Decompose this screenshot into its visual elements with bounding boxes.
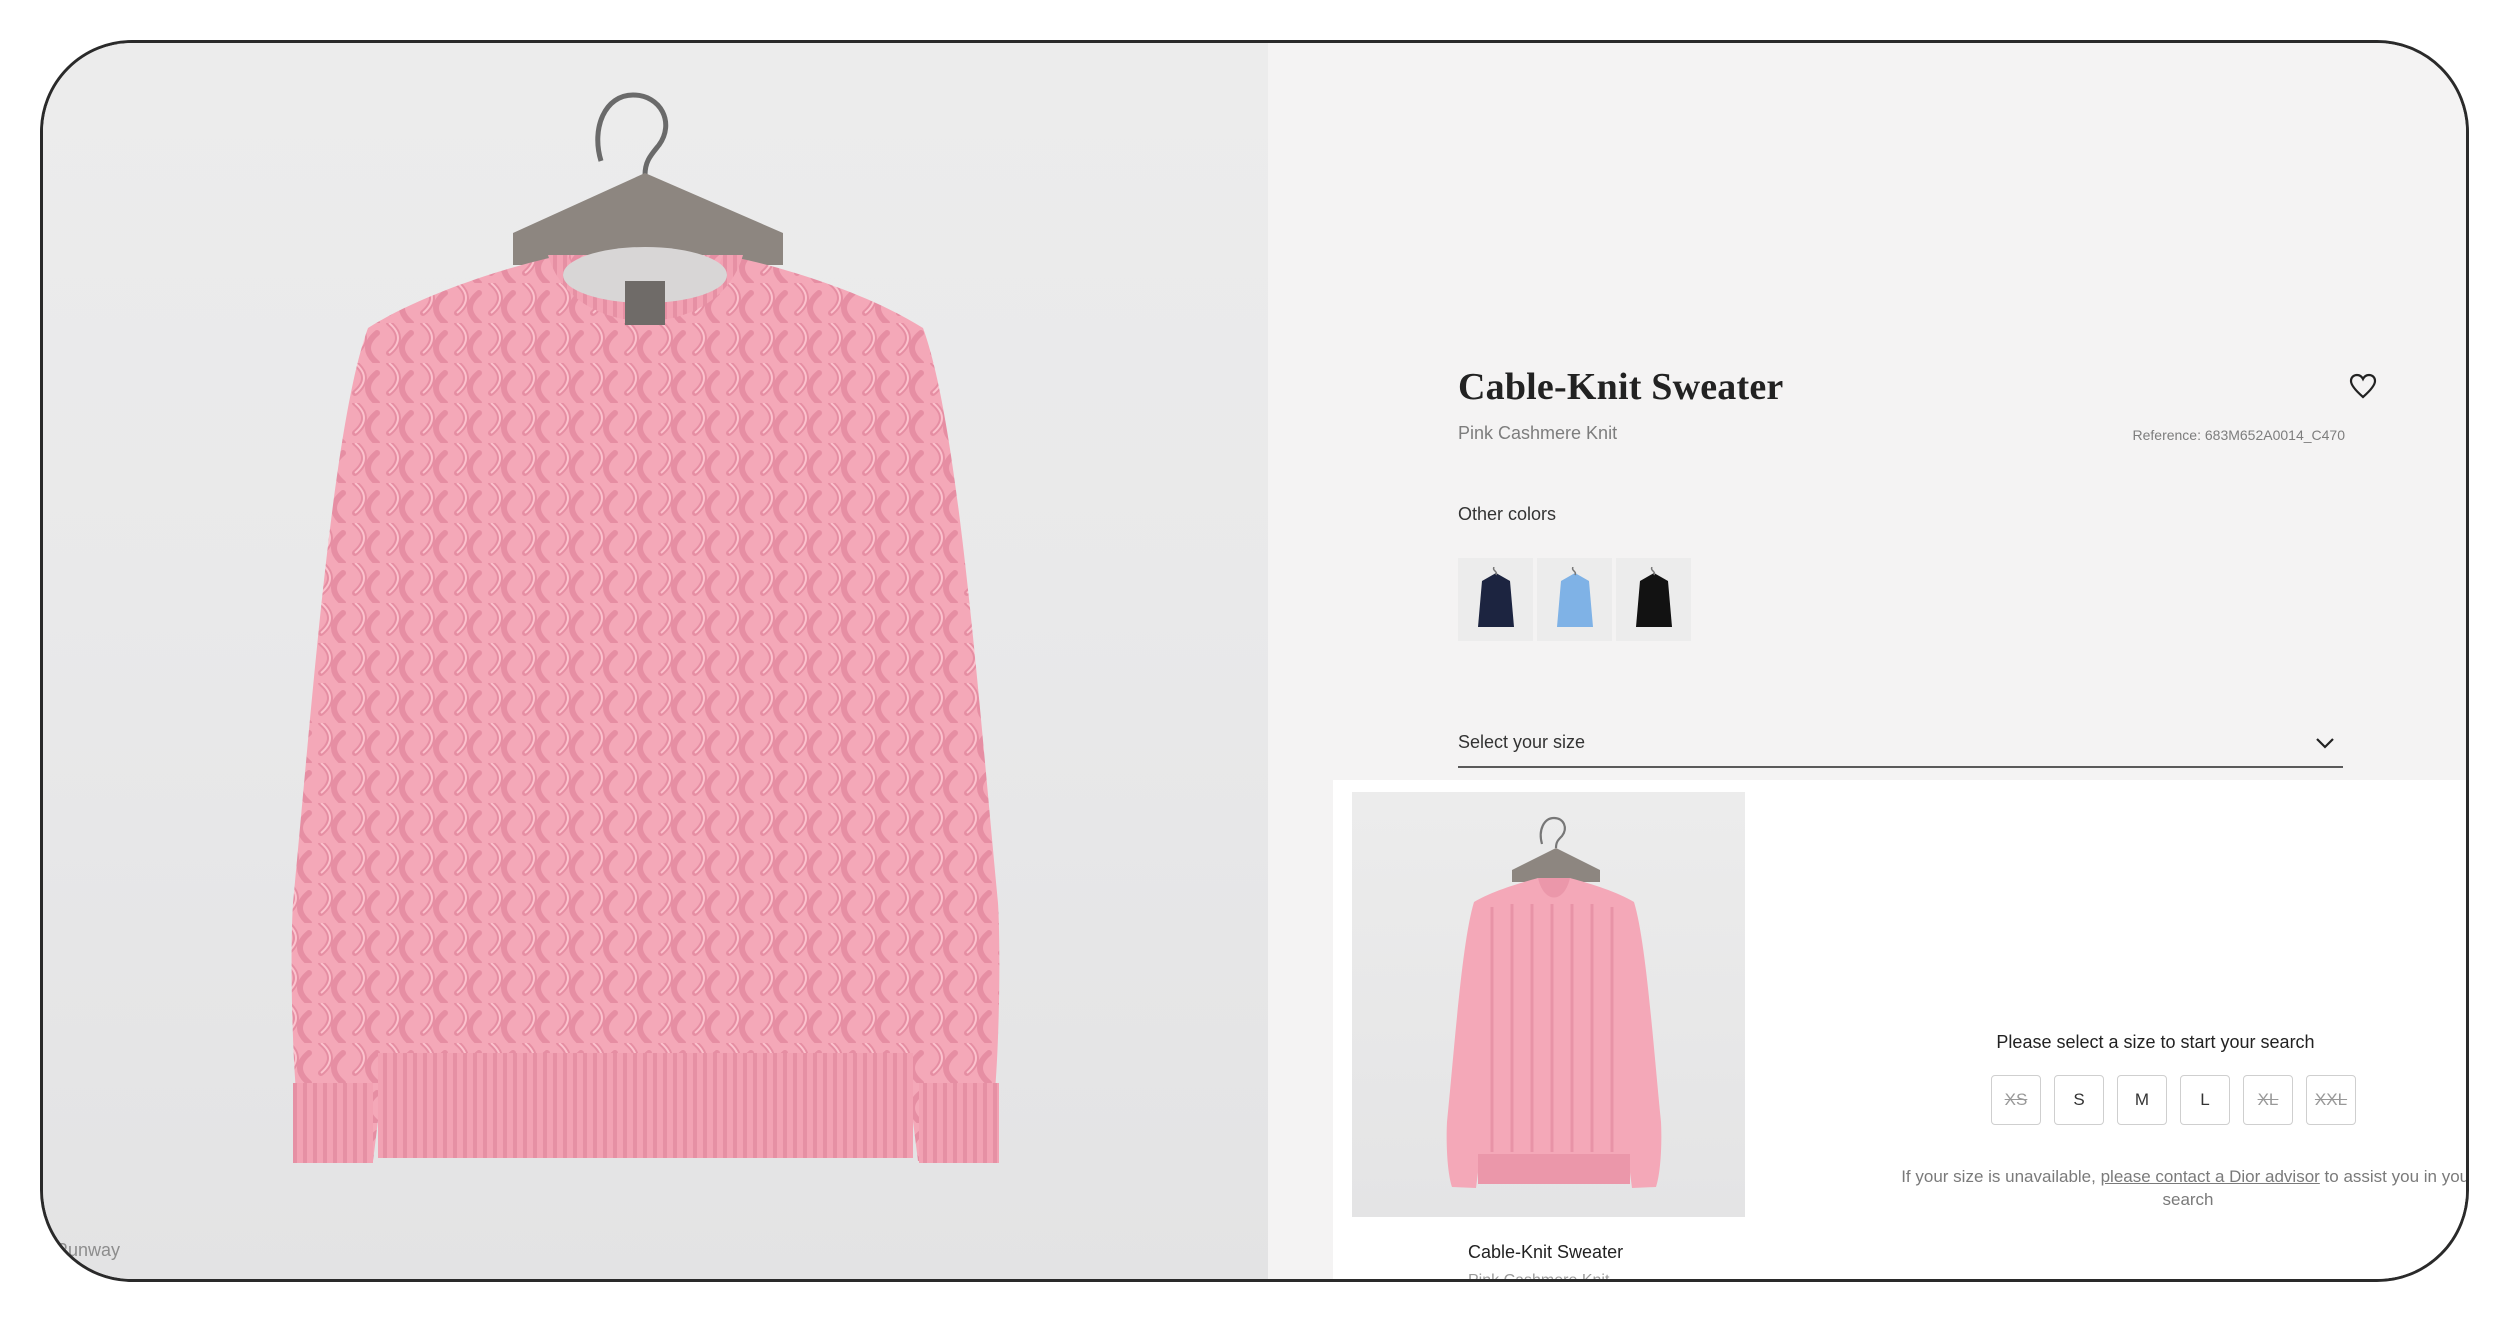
thumbnail-title: Cable-Knit Sweater — [1468, 1242, 1624, 1262]
product-title: Cable-Knit Sweater — [1458, 366, 1784, 408]
image-caption: Runway — [55, 1240, 121, 1260]
app-window: Runway Cable-Knit Sweater Pink Cashmere … — [40, 40, 2469, 1282]
help-text-before: If your size is unavailable, — [1901, 1167, 2101, 1186]
size-select-label: Select your size — [1458, 732, 1586, 752]
wishlist-heart-icon[interactable] — [2349, 373, 2377, 399]
size-help-text: If your size is unavailable, please cont… — [1878, 1165, 2466, 1211]
size-button-xs[interactable]: XS — [1991, 1075, 2041, 1125]
size-button-m[interactable]: M — [2117, 1075, 2167, 1125]
size-button-xxl[interactable]: XXL — [2306, 1075, 2356, 1125]
contact-advisor-link[interactable]: please contact a Dior advisor — [2101, 1167, 2320, 1186]
product-reference: Reference: 683M652A0014_C470 — [2132, 427, 2346, 443]
size-selection-panel: Cable-Knit Sweater Pink Cashmere Knit Pl… — [1333, 780, 2466, 1282]
size-prompt: Please select a size to start your searc… — [1996, 1032, 2315, 1052]
color-swatch-navy[interactable] — [1458, 558, 1533, 641]
size-button-xl[interactable]: XL — [2243, 1075, 2293, 1125]
color-swatches — [1458, 558, 1691, 641]
color-swatch-black[interactable] — [1616, 558, 1691, 641]
color-swatch-light-blue[interactable] — [1537, 558, 1612, 641]
other-colors-label: Other colors — [1458, 504, 1557, 524]
product-hero-image: Runway — [43, 43, 1268, 1279]
product-thumbnail — [1352, 792, 1745, 1217]
chevron-down-icon — [2316, 738, 2334, 749]
sweater-illustration — [291, 92, 1000, 1163]
product-subtitle: Pink Cashmere Knit — [1458, 423, 1618, 443]
size-options: XS S M L XL XXL — [1991, 1075, 2356, 1125]
size-button-s[interactable]: S — [2054, 1075, 2104, 1125]
size-button-l[interactable]: L — [2180, 1075, 2230, 1125]
size-select-dropdown[interactable]: Select your size — [1458, 726, 2343, 768]
thumbnail-subtitle: Pink Cashmere Knit — [1468, 1272, 1610, 1282]
